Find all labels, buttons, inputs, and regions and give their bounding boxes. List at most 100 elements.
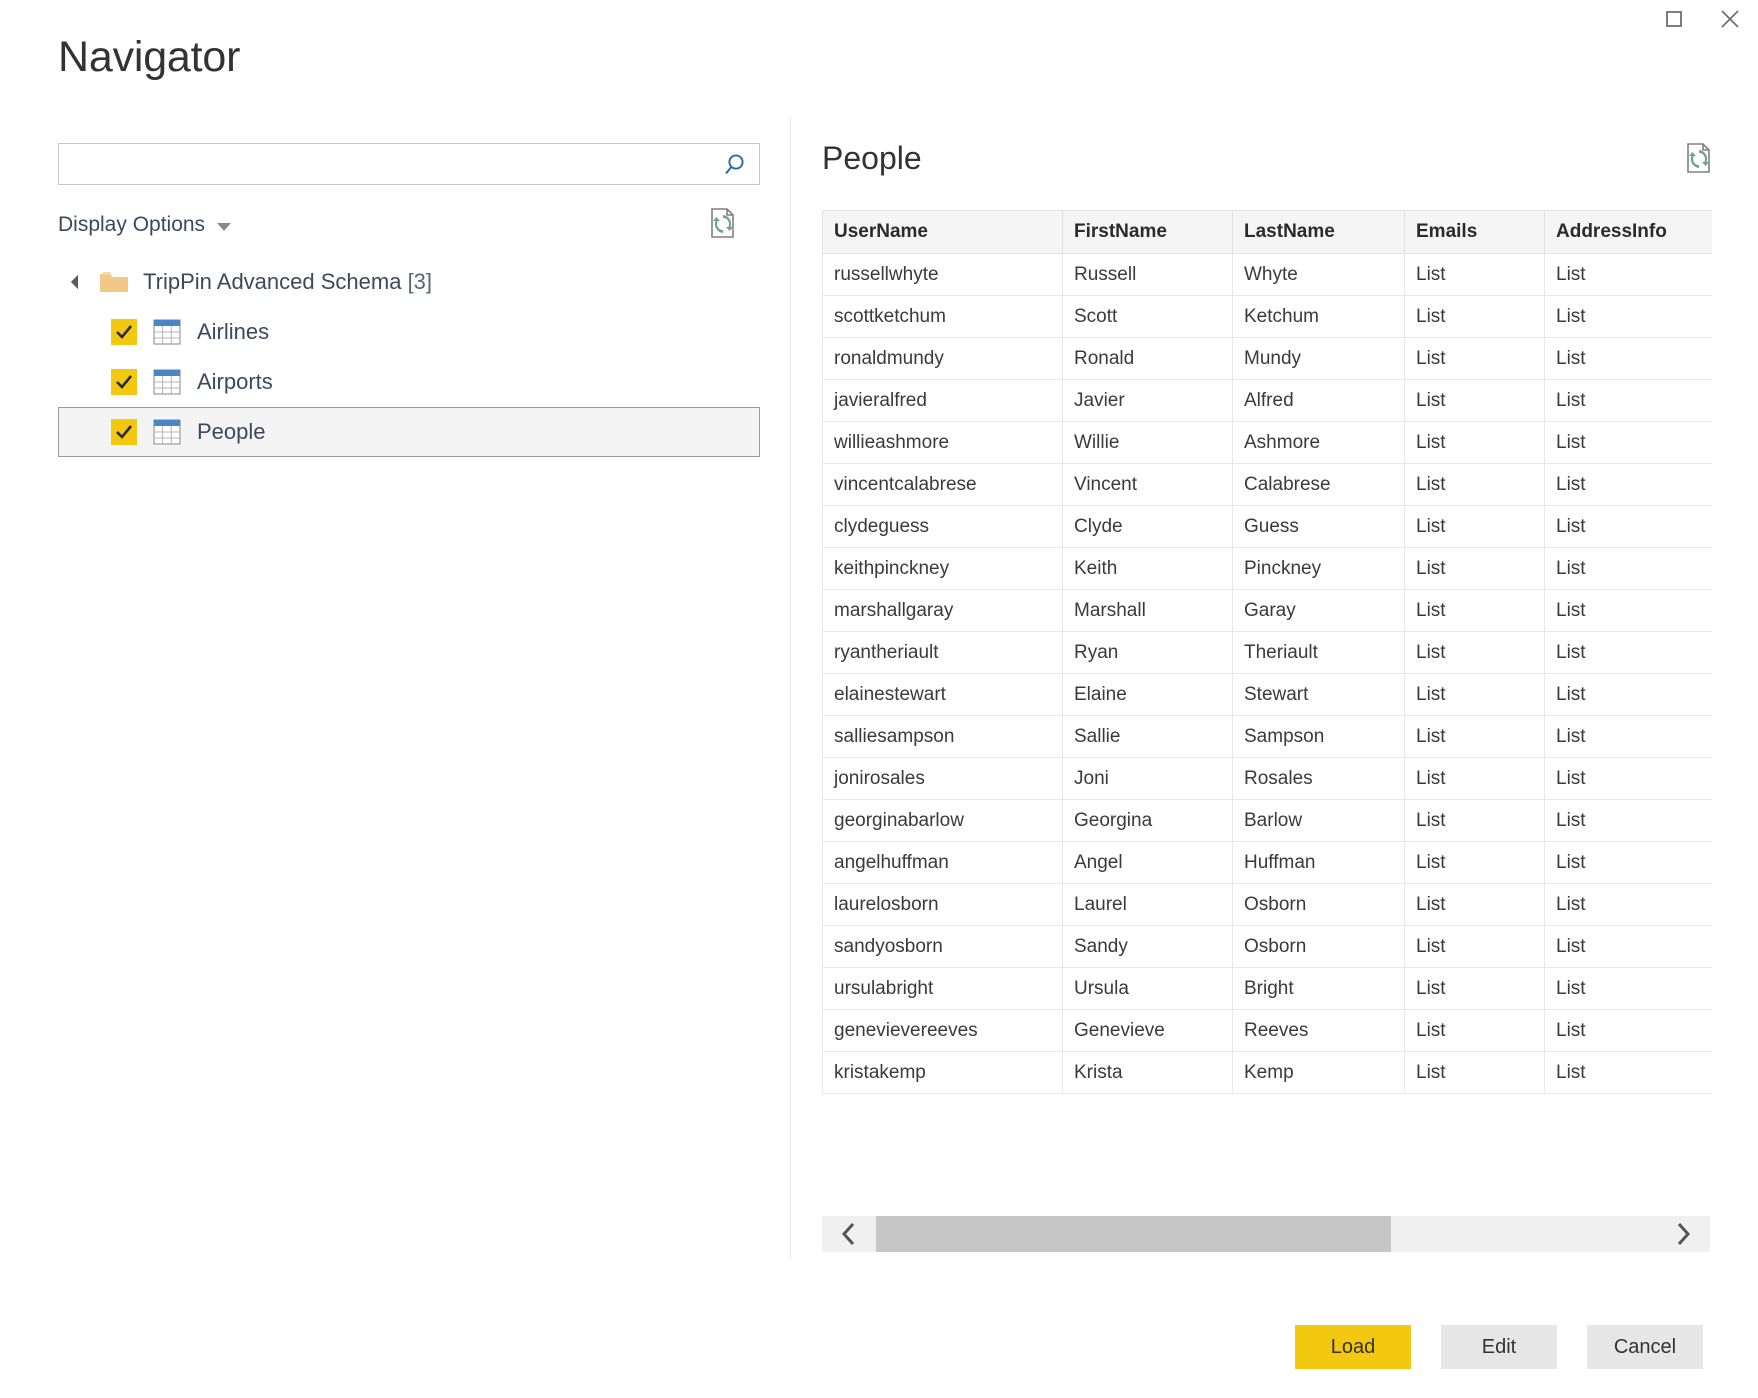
table-row[interactable]: kristakempKristaKempListList bbox=[823, 1052, 1713, 1094]
table-row[interactable]: jonirosalesJoniRosalesListList bbox=[823, 758, 1713, 800]
cell-emails: List bbox=[1405, 590, 1545, 632]
cell-addressinfo: List bbox=[1545, 800, 1713, 842]
column-header-addressinfo[interactable]: AddressInfo bbox=[1545, 211, 1713, 254]
cell-username: elainestewart bbox=[823, 674, 1063, 716]
expand-collapse-toggle[interactable] bbox=[65, 277, 91, 287]
column-header-emails[interactable]: Emails bbox=[1405, 211, 1545, 254]
table-row[interactable]: keithpinckneyKeithPinckneyListList bbox=[823, 548, 1713, 590]
table-row[interactable]: salliesampsonSallieSampsonListList bbox=[823, 716, 1713, 758]
column-header-firstname[interactable]: FirstName bbox=[1063, 211, 1233, 254]
cell-lastname: Pinckney bbox=[1233, 548, 1405, 590]
cell-username: laurelosborn bbox=[823, 884, 1063, 926]
table-row[interactable]: ryantheriaultRyanTheriaultListList bbox=[823, 632, 1713, 674]
table-body: russellwhyteRussellWhyteListListscottket… bbox=[823, 254, 1713, 1094]
column-header-lastname[interactable]: LastName bbox=[1233, 211, 1405, 254]
scroll-right-button[interactable] bbox=[1656, 1216, 1710, 1252]
cell-firstname: Genevieve bbox=[1063, 1010, 1233, 1052]
cell-lastname: Barlow bbox=[1233, 800, 1405, 842]
cell-addressinfo: List bbox=[1545, 674, 1713, 716]
cell-lastname: Rosales bbox=[1233, 758, 1405, 800]
cell-emails: List bbox=[1405, 338, 1545, 380]
cell-username: georginabarlow bbox=[823, 800, 1063, 842]
column-header-username[interactable]: UserName bbox=[823, 211, 1063, 254]
cell-firstname: Sandy bbox=[1063, 926, 1233, 968]
cell-username: willieashmore bbox=[823, 422, 1063, 464]
cancel-button[interactable]: Cancel bbox=[1587, 1325, 1703, 1369]
cell-username: jonirosales bbox=[823, 758, 1063, 800]
scrollbar-track[interactable] bbox=[876, 1216, 1656, 1252]
cell-emails: List bbox=[1405, 422, 1545, 464]
table-icon-airports bbox=[153, 369, 181, 395]
checkbox-airlines[interactable] bbox=[111, 319, 137, 345]
cell-addressinfo: List bbox=[1545, 926, 1713, 968]
close-window-button[interactable] bbox=[1702, 0, 1758, 38]
dialog-footer: Load Edit Cancel bbox=[0, 1318, 1758, 1376]
cell-username: salliesampson bbox=[823, 716, 1063, 758]
title-bar bbox=[0, 0, 1758, 42]
horizontal-scrollbar[interactable] bbox=[822, 1216, 1710, 1252]
cell-lastname: Whyte bbox=[1233, 254, 1405, 296]
table-row[interactable]: russellwhyteRussellWhyteListList bbox=[823, 254, 1713, 296]
cell-lastname: Stewart bbox=[1233, 674, 1405, 716]
cell-emails: List bbox=[1405, 632, 1545, 674]
checkbox-people[interactable] bbox=[111, 419, 137, 445]
table-row[interactable]: clydeguessClydeGuessListList bbox=[823, 506, 1713, 548]
cell-lastname: Bright bbox=[1233, 968, 1405, 1010]
cell-emails: List bbox=[1405, 926, 1545, 968]
cell-lastname: Theriault bbox=[1233, 632, 1405, 674]
tree-root-row[interactable]: TripPin Advanced Schema [3] bbox=[58, 257, 760, 307]
tree-item-airports[interactable]: Airports bbox=[58, 357, 760, 407]
table-row[interactable]: sandyosbornSandyOsbornListList bbox=[823, 926, 1713, 968]
table-row[interactable]: angelhuffmanAngelHuffmanListList bbox=[823, 842, 1713, 884]
document-refresh-icon-preview[interactable] bbox=[1684, 142, 1714, 176]
search-input[interactable] bbox=[58, 143, 760, 185]
check-icon bbox=[114, 372, 134, 392]
table-row[interactable]: laurelosbornLaurelOsbornListList bbox=[823, 884, 1713, 926]
table-row[interactable]: elainestewartElaineStewartListList bbox=[823, 674, 1713, 716]
cell-addressinfo: List bbox=[1545, 590, 1713, 632]
document-refresh-icon-left[interactable] bbox=[708, 207, 738, 241]
display-options-dropdown[interactable]: Display Options bbox=[58, 213, 231, 237]
table-row[interactable]: vincentcalabreseVincentCalabreseListList bbox=[823, 464, 1713, 506]
cell-addressinfo: List bbox=[1545, 548, 1713, 590]
cell-firstname: Vincent bbox=[1063, 464, 1233, 506]
table-row[interactable]: marshallgarayMarshallGarayListList bbox=[823, 590, 1713, 632]
display-options-row: Display Options bbox=[58, 207, 760, 243]
cell-username: sandyosborn bbox=[823, 926, 1063, 968]
table-row[interactable]: ronaldmundyRonaldMundyListList bbox=[823, 338, 1713, 380]
cell-lastname: Guess bbox=[1233, 506, 1405, 548]
checkbox-airports[interactable] bbox=[111, 369, 137, 395]
maximize-window-button[interactable] bbox=[1646, 0, 1702, 38]
cell-emails: List bbox=[1405, 1052, 1545, 1094]
schema-root-label: TripPin Advanced Schema [3] bbox=[143, 269, 432, 295]
check-icon bbox=[114, 322, 134, 342]
table-row[interactable]: ursulabrightUrsulaBrightListList bbox=[823, 968, 1713, 1010]
edit-button[interactable]: Edit bbox=[1441, 1325, 1557, 1369]
cell-addressinfo: List bbox=[1545, 296, 1713, 338]
cell-addressinfo: List bbox=[1545, 338, 1713, 380]
cell-firstname: Angel bbox=[1063, 842, 1233, 884]
scrollbar-thumb[interactable] bbox=[876, 1216, 1391, 1252]
scroll-left-button[interactable] bbox=[822, 1216, 876, 1252]
cell-firstname: Keith bbox=[1063, 548, 1233, 590]
cell-addressinfo: List bbox=[1545, 758, 1713, 800]
check-icon bbox=[114, 422, 134, 442]
table-row[interactable]: genevievereevesGenevieveReevesListList bbox=[823, 1010, 1713, 1052]
search-icon[interactable] bbox=[722, 152, 748, 178]
cell-firstname: Sallie bbox=[1063, 716, 1233, 758]
cell-lastname: Reeves bbox=[1233, 1010, 1405, 1052]
table-row[interactable]: willieashmoreWillieAshmoreListList bbox=[823, 422, 1713, 464]
table-row[interactable]: scottketchumScottKetchumListList bbox=[823, 296, 1713, 338]
cell-addressinfo: List bbox=[1545, 1052, 1713, 1094]
cell-lastname: Sampson bbox=[1233, 716, 1405, 758]
cell-lastname: Huffman bbox=[1233, 842, 1405, 884]
cell-emails: List bbox=[1405, 548, 1545, 590]
table-row[interactable]: georginabarlowGeorginaBarlowListList bbox=[823, 800, 1713, 842]
cell-firstname: Javier bbox=[1063, 380, 1233, 422]
load-button[interactable]: Load bbox=[1295, 1325, 1411, 1369]
preview-title: People bbox=[822, 140, 922, 176]
tree-item-people[interactable]: People bbox=[58, 407, 760, 457]
table-row[interactable]: javieralfredJavierAlfredListList bbox=[823, 380, 1713, 422]
cell-lastname: Osborn bbox=[1233, 926, 1405, 968]
tree-item-airlines[interactable]: Airlines bbox=[58, 307, 760, 357]
